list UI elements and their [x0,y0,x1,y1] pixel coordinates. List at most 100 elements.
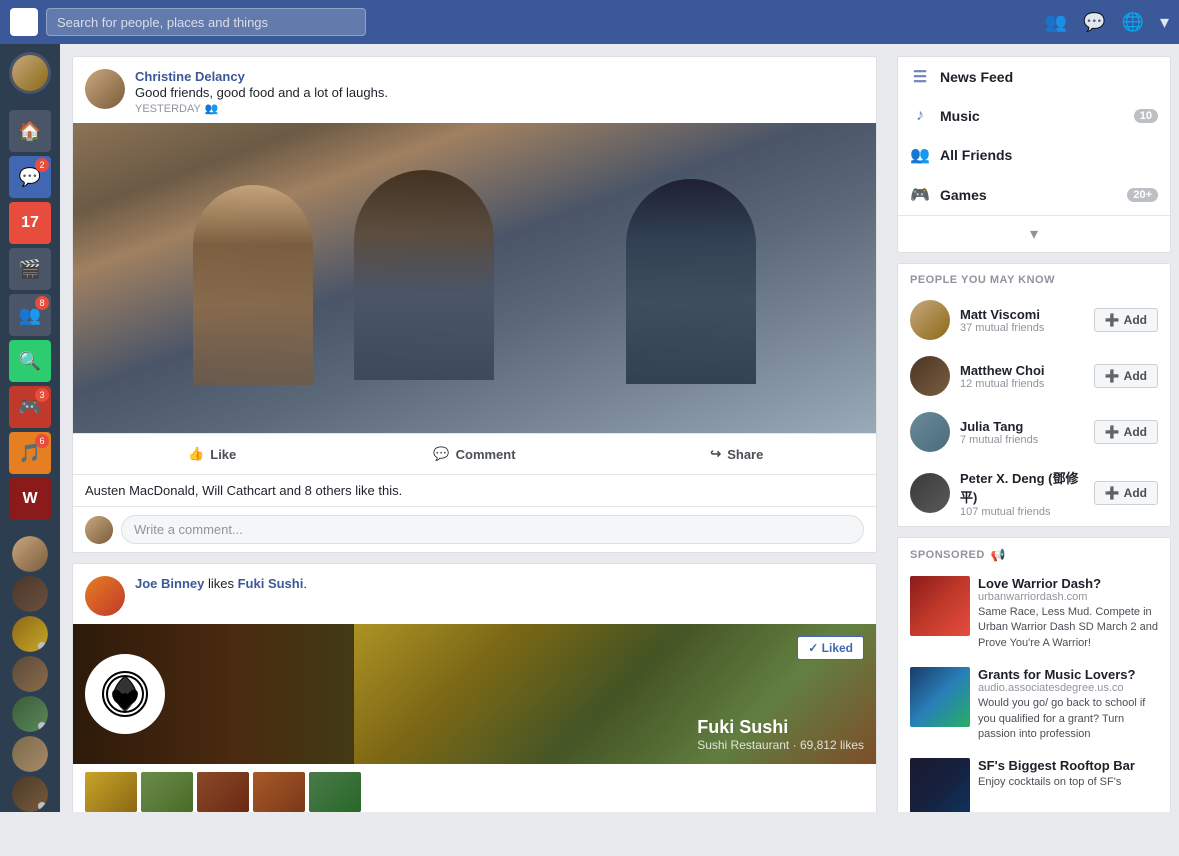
people-title-text: PEOPLE YOU MAY KNOW [910,274,1055,286]
fuki-likes: 69,812 likes [800,738,864,752]
nav-icons: 👥 💬 🌐 ▾ [1045,12,1169,33]
sushi-thumb-3[interactable] [197,772,249,812]
person-2-info: Matthew Choi 12 mutual friends [960,363,1084,390]
sidebar-friend-2[interactable] [12,576,48,612]
ad-2-desc: Would you go/ go back to school if you q… [978,696,1158,742]
post-2-actor[interactable]: Joe Binney [135,576,204,591]
sidebar-friend-4[interactable] [12,656,48,692]
ad-1-title[interactable]: Love Warrior Dash? [978,576,1158,591]
person-3-avatar[interactable] [910,412,950,452]
search-placeholder: Search for people, places and things [57,15,268,30]
sidebar-item-home[interactable]: 🏠 [9,110,51,152]
post-1-author[interactable]: Christine Delancy [135,69,864,84]
ad-2-url: audio.associatesdegree.us.co [978,682,1158,694]
ad-3-info: SF's Biggest Rooftop Bar Enjoy cocktails… [978,758,1158,790]
share-icon: ↪ [710,446,721,462]
friends-nav-icon[interactable]: 👥 [1045,12,1067,33]
sidebar-item-messages[interactable]: 💬 2 [9,156,51,198]
sponsored-icon: 📢 [991,548,1006,562]
person-4-avatar[interactable] [910,473,950,513]
search-bar[interactable]: Search for people, places and things [46,8,366,36]
ad-1: Love Warrior Dash? urbanwarriordash.com … [898,568,1170,659]
sidebar-item-games[interactable]: 🎮 3 [9,386,51,428]
ad-3-title[interactable]: SF's Biggest Rooftop Bar [978,758,1158,773]
add-person-3-button[interactable]: ➕ Add [1094,420,1158,444]
sidebar-friend-6[interactable] [12,736,48,772]
groups-badge: 8 [35,296,49,310]
person-1: Matt Viscomi 37 mutual friends ➕ Add [898,292,1170,348]
sidebar-friend-7[interactable] [12,776,48,812]
post-2-avatar[interactable] [85,576,125,616]
person-2-avatar[interactable] [910,356,950,396]
add-label-1: Add [1124,313,1147,327]
friends-icon: 👥 [205,102,219,115]
ad-1-url: urbanwarriordash.com [978,591,1158,603]
sidebar-item-groups[interactable]: 👥 8 [9,294,51,336]
post-2-header: Joe Binney likes Fuki Sushi. [73,564,876,624]
post-1-image [73,123,876,433]
sidebar-item-word[interactable]: W [9,478,51,520]
nav-section: ☰ News Feed ♪ Music 10 👥 All Friends 🎮 G… [897,56,1171,253]
person-1-avatar[interactable] [910,300,950,340]
globe-nav-icon[interactable]: 🌐 [1122,12,1144,33]
ad-1-image[interactable] [910,576,970,636]
ad-3-image[interactable] [910,758,970,812]
sushi-thumb-2[interactable] [141,772,193,812]
post-2-author: Joe Binney likes Fuki Sushi. [135,576,864,591]
comment-action[interactable]: 💬 Comment [343,438,605,470]
add-icon-2: ➕ [1105,369,1120,383]
person-3-info: Julia Tang 7 mutual friends [960,419,1084,446]
post-2-target[interactable]: Fuki Sushi [238,576,304,591]
liked-button[interactable]: ✓ Liked [797,636,864,660]
person-1-mutual: 37 mutual friends [960,322,1084,334]
fuki-logo [85,654,165,734]
games-label: Games [940,187,1117,203]
games-badge: 20+ [1127,188,1158,202]
comment-label: Comment [456,447,516,462]
facebook-logo [10,8,38,36]
ad-1-desc: Same Race, Less Mud. Compete in Urban Wa… [978,605,1158,651]
share-action[interactable]: ↪ Share [606,438,868,470]
people-section-title: PEOPLE YOU MAY KNOW [898,264,1170,292]
person-2-mutual: 12 mutual friends [960,378,1084,390]
sidebar-friend-3[interactable] [12,616,48,652]
sidebar-friend-5[interactable] [12,696,48,732]
nav-news-feed[interactable]: ☰ News Feed [898,57,1170,97]
post-1-avatar[interactable] [85,69,125,109]
messages-nav-icon[interactable]: 💬 [1083,12,1105,33]
sidebar-item-find[interactable]: 🔍 [9,340,51,382]
ad-3-desc: Enjoy cocktails on top of SF's [978,775,1158,790]
top-navigation: Search for people, places and things 👥 💬… [0,0,1179,44]
add-person-4-button[interactable]: ➕ Add [1094,481,1158,505]
add-icon-3: ➕ [1105,425,1120,439]
music-label: Music [940,108,1124,124]
person-1-name: Matt Viscomi [960,307,1084,322]
account-nav-icon[interactable]: ▾ [1160,12,1169,33]
ad-2: Grants for Music Lovers? audio.associate… [898,659,1170,750]
comment-input[interactable]: Write a comment... [121,515,864,544]
add-person-2-button[interactable]: ➕ Add [1094,364,1158,388]
sushi-thumb-1[interactable] [85,772,137,812]
ad-2-title[interactable]: Grants for Music Lovers? [978,667,1158,682]
sidebar-item-calendar[interactable]: 17 [9,202,51,244]
add-person-1-button[interactable]: ➕ Add [1094,308,1158,332]
nav-games[interactable]: 🎮 Games 20+ [898,175,1170,215]
ad-2-image[interactable] [910,667,970,727]
sidebar-item-profile[interactable] [9,52,51,94]
add-label-3: Add [1124,425,1147,439]
sushi-thumb-5[interactable] [309,772,361,812]
main-content: Christine Delancy Good friends, good foo… [60,44,1179,812]
nav-music[interactable]: ♪ Music 10 [898,97,1170,135]
person-4-mutual: 107 mutual friends [960,506,1084,518]
post-1-comment-box: Write a comment... [73,506,876,552]
like-action[interactable]: 👍 Like [81,438,343,470]
sidebar-friend-1[interactable] [12,536,48,572]
post-2-action: likes [208,576,238,591]
post-1-text: Good friends, good food and a lot of lau… [135,85,864,100]
ad-1-info: Love Warrior Dash? urbanwarriordash.com … [978,576,1158,651]
sushi-thumb-4[interactable] [253,772,305,812]
sidebar-item-music[interactable]: 🎵 6 [9,432,51,474]
sidebar-item-video[interactable]: 🎬 [9,248,51,290]
nav-all-friends[interactable]: 👥 All Friends [898,135,1170,175]
expand-nav-chevron[interactable]: ▾ [898,215,1170,252]
